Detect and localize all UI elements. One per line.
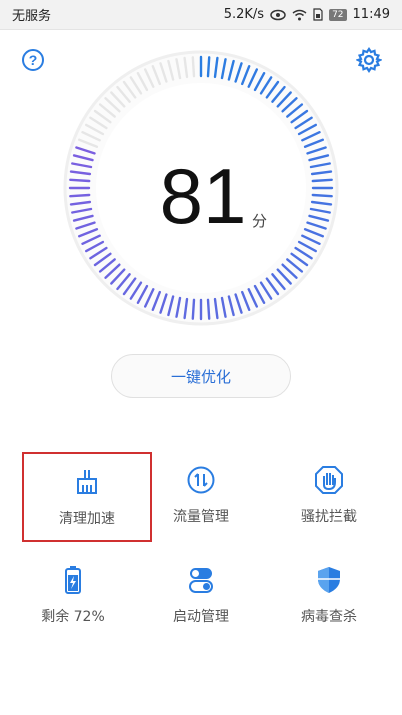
tool-clean-accelerate[interactable]: 清理加速 — [22, 452, 152, 542]
score-unit: 分 — [252, 212, 268, 230]
dial-tick — [191, 56, 196, 78]
status-bar: 无服务 5.2K/s 72 11:49 — [0, 0, 402, 30]
tool-label: 骚扰拦截 — [301, 509, 357, 525]
tool-harassment-block[interactable]: 骚扰拦截 — [264, 452, 394, 542]
status-right: 5.2K/s 72 11:49 — [224, 7, 390, 22]
dial-tick-active — [206, 56, 211, 78]
virus-shield-icon — [313, 564, 345, 596]
tool-virus-scan[interactable]: 病毒查杀 — [264, 552, 394, 642]
sim-card-icon — [313, 8, 323, 21]
one-key-optimize-button[interactable]: 一键优化 — [111, 354, 291, 398]
tool-label: 病毒查杀 — [301, 609, 357, 625]
dial-tick-active — [69, 178, 91, 183]
carrier-label: 无服务 — [12, 9, 52, 24]
hand-shield-icon — [313, 464, 345, 496]
battery-indicator: 72 — [329, 8, 347, 21]
dial-tick-active — [206, 298, 211, 320]
network-speed: 5.2K/s — [223, 7, 265, 22]
dial-tick-active — [311, 178, 333, 183]
tool-traffic-management[interactable]: 流量管理 — [136, 452, 266, 542]
tool-label: 启动管理 — [173, 609, 229, 625]
tool-battery[interactable]: 剩余 72% — [8, 552, 138, 642]
battery-icon — [57, 564, 89, 596]
broom-icon — [71, 466, 103, 498]
tool-label: 流量管理 — [173, 509, 229, 525]
dial-tick-active — [69, 193, 91, 198]
clock: 11:49 — [352, 7, 390, 22]
data-traffic-icon — [185, 464, 217, 496]
toggle-switch-icon — [185, 564, 217, 596]
dial-tick-active — [191, 298, 196, 320]
tool-label: 剩余 72% — [41, 609, 105, 625]
tool-label: 清理加速 — [59, 511, 115, 527]
eye-icon — [270, 9, 286, 21]
score-value: 81 — [159, 152, 247, 240]
dial-tick-active — [311, 193, 333, 198]
tool-startup-management[interactable]: 启动管理 — [136, 552, 266, 642]
wifi-icon — [292, 9, 307, 21]
